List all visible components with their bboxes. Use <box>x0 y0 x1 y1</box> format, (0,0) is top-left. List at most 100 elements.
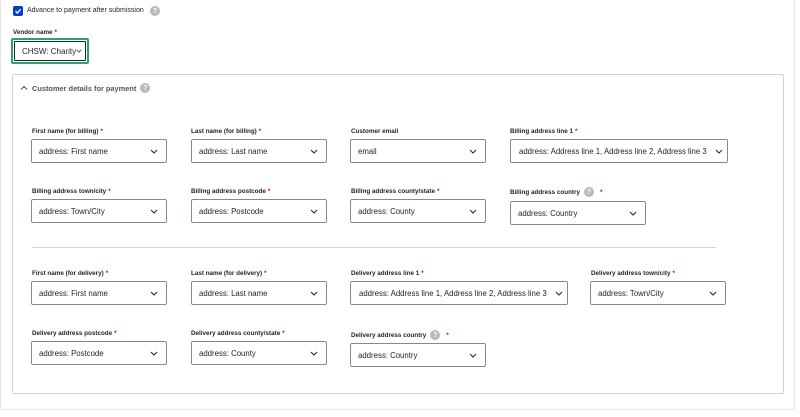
chevron-down-icon <box>467 209 479 214</box>
select-value: address: Country <box>358 350 418 360</box>
select-value: address: Postcode <box>39 348 104 358</box>
select-value: address: Last name <box>199 288 268 298</box>
label-text: Delivery address country <box>351 331 427 339</box>
required-marker: * <box>282 330 285 337</box>
chevron-down-icon <box>553 291 565 296</box>
vendor-name-select[interactable]: CHSW: Charity <box>14 41 86 61</box>
required-marker: * <box>54 29 57 36</box>
delivery-county-select[interactable]: address: County <box>191 341 327 365</box>
select-value: address: Town/City <box>598 288 664 298</box>
label-text: Customer email <box>351 128 399 135</box>
billing-line1-label: Billing address line 1 * <box>510 128 577 135</box>
select-value: address: Last name <box>199 146 268 156</box>
chevron-down-icon <box>467 149 479 154</box>
required-marker: * <box>258 128 262 135</box>
vendor-name-label-text: Vendor name <box>13 29 53 36</box>
label-text: Last name (for billing) <box>191 128 257 135</box>
label-text: First name (for delivery) <box>32 270 104 277</box>
delivery-line1-select[interactable]: address: Address line 1, Address line 2,… <box>350 281 568 305</box>
billing-last-name-label: Last name (for billing) * <box>191 128 261 135</box>
select-value: address: Postcode <box>199 206 264 216</box>
delivery-town-label: Delivery address town/city * <box>591 270 675 277</box>
select-value: address: County <box>358 206 415 216</box>
customer-details-toggle[interactable]: Customer details for payment ? <box>20 83 151 93</box>
chevron-down-icon <box>148 351 160 356</box>
required-marker: * <box>264 270 267 277</box>
delivery-last-name-select[interactable]: address: Last name <box>191 281 327 305</box>
chevron-up-icon <box>20 85 28 90</box>
label-text: Delivery address line 1 <box>351 270 420 277</box>
chevron-down-icon <box>627 211 639 216</box>
chevron-down-icon <box>713 149 725 154</box>
billing-last-name-select[interactable]: address: Last name <box>191 139 327 163</box>
chevron-down-icon <box>148 149 160 154</box>
select-value: address: Address line 1, Address line 2,… <box>359 288 547 298</box>
required-marker: * <box>100 128 103 135</box>
billing-postcode-label: Billing address postcode * <box>191 188 270 195</box>
delivery-postcode-select[interactable]: address: Postcode <box>31 341 167 365</box>
billing-postcode-select[interactable]: address: Postcode <box>191 199 327 223</box>
label-text: Last name (for delivery) <box>191 270 263 277</box>
vendor-name-label: Vendor name * <box>13 29 57 36</box>
chevron-down-icon <box>308 351 320 356</box>
required-marker: * <box>599 188 603 196</box>
vendor-name-value: CHSW: Charity <box>22 46 77 56</box>
label-text: Billing address postcode <box>191 188 266 195</box>
billing-line1-select[interactable]: address: Address line 1, Address line 2,… <box>510 139 728 163</box>
required-marker: * <box>672 270 675 277</box>
chevron-down-icon <box>707 291 719 296</box>
customer-email-label: Customer email <box>351 128 398 135</box>
select-value: address: Address line 1, Address line 2,… <box>519 146 707 156</box>
advance-checkbox[interactable] <box>13 6 23 16</box>
help-icon[interactable]: ? <box>583 187 594 197</box>
billing-first-name-label: First name (for billing) * <box>32 128 103 135</box>
billing-country-select[interactable]: address: Country <box>510 201 646 225</box>
delivery-country-select[interactable]: address: Country <box>350 343 486 367</box>
chevron-down-icon <box>308 149 320 154</box>
chevron-down-icon <box>148 209 160 214</box>
required-marker: * <box>267 188 271 195</box>
label-text: First name (for billing) <box>32 128 99 135</box>
label-text: Billing address country <box>510 188 580 196</box>
required-marker: * <box>105 270 109 277</box>
delivery-line1-label: Delivery address line 1 * <box>351 270 424 277</box>
help-icon[interactable]: ? <box>140 83 151 93</box>
delivery-postcode-label: Delivery address postcode * <box>32 330 117 337</box>
required-marker: * <box>114 330 117 337</box>
billing-first-name-select[interactable]: address: First name <box>31 139 167 163</box>
billing-town-label: Billing address town/city * <box>32 188 111 195</box>
delivery-county-label: Delivery address county/state * <box>191 330 285 337</box>
chevron-down-icon <box>467 353 479 358</box>
billing-town-select[interactable]: address: Town/City <box>31 199 167 223</box>
advance-label: Advance to payment after submission <box>27 7 144 14</box>
chevron-down-icon <box>308 291 320 296</box>
label-text: Billing address town/city <box>32 188 107 195</box>
check-icon <box>15 8 22 14</box>
delivery-country-label: Delivery address country? * <box>351 330 449 340</box>
chevron-down-icon <box>76 49 82 53</box>
required-marker: * <box>575 128 578 135</box>
delivery-town-select[interactable]: address: Town/City <box>590 281 726 305</box>
label-text: Billing address line 1 <box>510 128 573 135</box>
section-title: Customer details for payment <box>32 83 137 93</box>
customer-email-select[interactable]: email <box>350 139 486 163</box>
help-icon[interactable]: ? <box>430 330 441 340</box>
select-value: address: First name <box>39 288 108 298</box>
label-text: Delivery address town/city <box>591 270 671 277</box>
chevron-down-icon <box>148 291 160 296</box>
label-text: Billing address county/state <box>351 188 435 195</box>
select-value: address: Country <box>518 208 578 218</box>
select-value: address: County <box>199 348 256 358</box>
billing-country-label: Billing address country? * <box>510 187 602 197</box>
select-value: email <box>358 146 377 156</box>
delivery-first-name-select[interactable]: address: First name <box>31 281 167 305</box>
label-text: Delivery address postcode <box>32 330 113 337</box>
select-value: address: First name <box>39 146 108 156</box>
select-value: address: Town/City <box>39 206 105 216</box>
help-icon[interactable]: ? <box>150 6 160 16</box>
delivery-first-name-label: First name (for delivery) * <box>32 270 108 277</box>
delivery-last-name-label: Last name (for delivery) * <box>191 270 267 277</box>
required-marker: * <box>421 270 424 277</box>
billing-county-select[interactable]: address: County <box>350 199 486 223</box>
billing-county-label: Billing address county/state * <box>351 188 439 195</box>
